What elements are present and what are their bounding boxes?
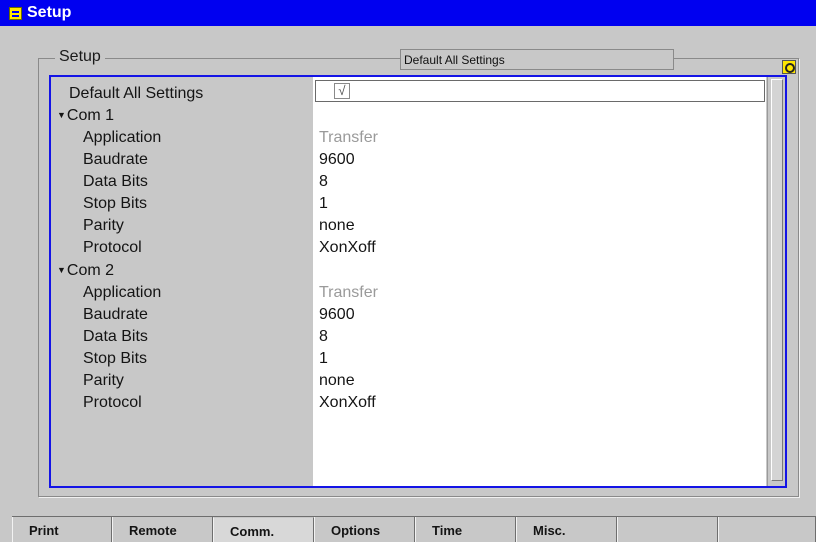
row-value[interactable]: 1 bbox=[319, 350, 328, 368]
table-row[interactable]: Data Bits 8 bbox=[51, 326, 767, 348]
row-label: Data Bits bbox=[83, 173, 148, 190]
row-value[interactable]: XonXoff bbox=[319, 239, 376, 257]
row-label: Parity bbox=[83, 372, 124, 389]
table-row[interactable]: Data Bits 8 bbox=[51, 171, 767, 193]
status-field: Default All Settings bbox=[400, 49, 674, 70]
tab-empty-1[interactable] bbox=[617, 517, 718, 542]
row-value: Transfer bbox=[319, 284, 378, 301]
table-row[interactable]: Parity none bbox=[51, 215, 767, 237]
table-row[interactable]: Application Transfer bbox=[51, 127, 767, 149]
section-com1[interactable]: ▼Com 1 bbox=[51, 105, 767, 127]
section-com2[interactable]: ▼Com 2 bbox=[51, 260, 767, 282]
settings-table: Default All Settings √ ▼Com 1 Applicatio… bbox=[49, 75, 787, 488]
row-value: Transfer bbox=[319, 129, 378, 146]
title-bar: Setup bbox=[0, 0, 816, 26]
default-all-settings-cell[interactable]: √ bbox=[315, 80, 765, 102]
tab-options[interactable]: Options bbox=[314, 517, 415, 542]
table-row[interactable]: Baudrate 9600 bbox=[51, 304, 767, 326]
table-row[interactable]: Protocol XonXoff bbox=[51, 237, 767, 259]
row-value[interactable]: XonXoff bbox=[319, 394, 376, 412]
window-menu-icon[interactable] bbox=[9, 7, 22, 20]
row-value[interactable]: 8 bbox=[319, 328, 328, 346]
window-title: Setup bbox=[27, 4, 72, 21]
table-row[interactable]: Application Transfer bbox=[51, 282, 767, 304]
row-label: Application bbox=[83, 129, 162, 146]
row-value[interactable]: none bbox=[319, 372, 355, 390]
row-label: Baudrate bbox=[83, 151, 148, 168]
tab-bar: Print Remote Comm. Options Time Misc. bbox=[12, 517, 816, 542]
tab-remote[interactable]: Remote bbox=[112, 517, 213, 542]
section-label: Com 2 bbox=[66, 262, 115, 279]
section-label: Com 1 bbox=[66, 107, 115, 124]
status-indicator-icon bbox=[782, 60, 796, 74]
row-value[interactable]: 9600 bbox=[319, 306, 355, 324]
tab-empty-2[interactable] bbox=[718, 517, 816, 542]
row-label: Protocol bbox=[83, 394, 142, 411]
default-all-checkbox[interactable]: √ bbox=[334, 83, 350, 99]
tab-comm[interactable]: Comm. bbox=[213, 517, 314, 542]
row-value[interactable]: none bbox=[319, 217, 355, 235]
tab-time[interactable]: Time bbox=[415, 517, 516, 542]
row-label: Protocol bbox=[83, 239, 142, 256]
row-label: Stop Bits bbox=[83, 195, 148, 212]
tab-print[interactable]: Print bbox=[12, 517, 112, 542]
expand-arrow-icon[interactable]: ▼ bbox=[57, 265, 66, 275]
expand-arrow-icon[interactable]: ▼ bbox=[57, 110, 66, 120]
table-row[interactable]: Stop Bits 1 bbox=[51, 193, 767, 215]
vertical-scrollbar[interactable] bbox=[767, 77, 785, 486]
frame-title: Setup bbox=[55, 48, 105, 66]
row-label: Baudrate bbox=[83, 306, 148, 323]
scrollbar-thumb[interactable] bbox=[771, 79, 783, 481]
row-label: Data Bits bbox=[83, 328, 148, 345]
row-label: Default All Settings bbox=[69, 85, 204, 102]
table-row[interactable]: Protocol XonXoff bbox=[51, 392, 767, 414]
table-row[interactable]: Stop Bits 1 bbox=[51, 348, 767, 370]
row-label: Parity bbox=[83, 217, 124, 234]
row-value[interactable]: 1 bbox=[319, 195, 328, 213]
table-row[interactable]: Parity none bbox=[51, 370, 767, 392]
row-value[interactable]: 9600 bbox=[319, 151, 355, 169]
row-label: Stop Bits bbox=[83, 350, 148, 367]
row-value[interactable]: 8 bbox=[319, 173, 328, 191]
tab-misc[interactable]: Misc. bbox=[516, 517, 617, 542]
row-label: Application bbox=[83, 284, 162, 301]
table-row[interactable]: Baudrate 9600 bbox=[51, 149, 767, 171]
